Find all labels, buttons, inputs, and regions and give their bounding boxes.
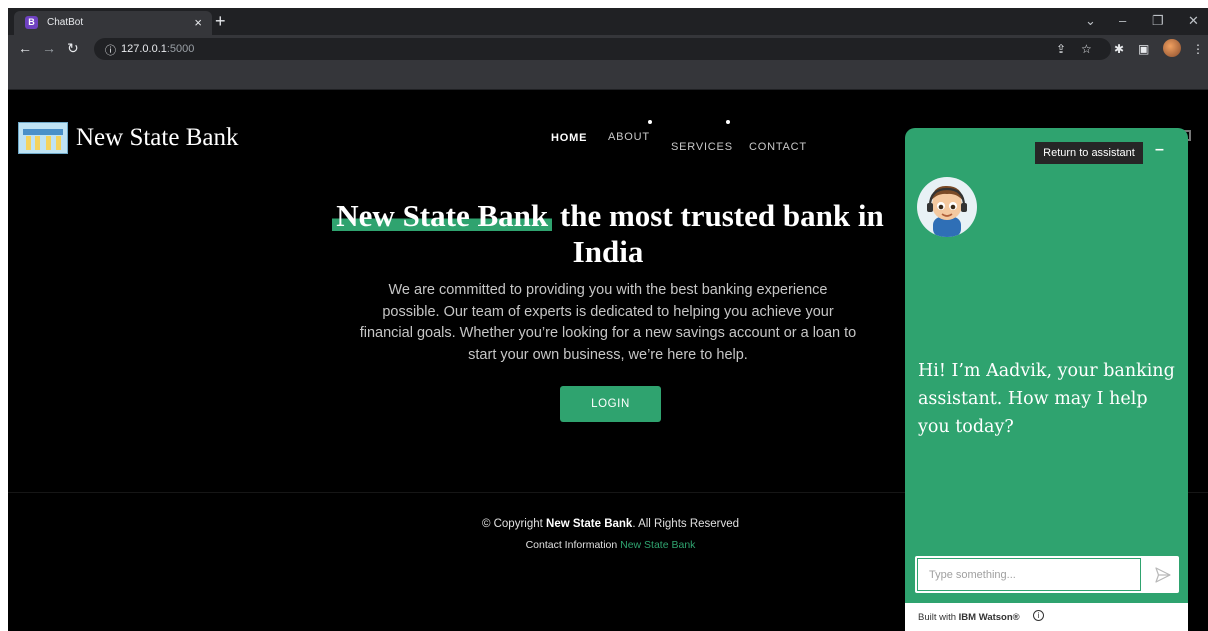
bot-avatar bbox=[917, 177, 977, 237]
return-to-assistant-button[interactable]: Return to assistant bbox=[1035, 142, 1143, 164]
tab-chatbot[interactable]: B ChatBot × bbox=[14, 11, 212, 35]
chat-input-row bbox=[915, 556, 1179, 593]
hero-title: New State Bank the most trusted bank in … bbox=[308, 198, 908, 270]
nav-indicator-dot bbox=[648, 120, 652, 124]
footer-contact: Contact Information New State Bank bbox=[388, 539, 833, 551]
info-icon[interactable]: i bbox=[1033, 610, 1044, 621]
bookmarks-bar bbox=[8, 63, 1208, 90]
share-icon[interactable]: ⇪ bbox=[1056, 42, 1066, 56]
browser-chrome: B ChatBot × + ⌄ – ❐ ✕ ← → ↻ ⓘ 127.0.0.1:… bbox=[8, 8, 1208, 90]
back-icon[interactable]: ← bbox=[18, 40, 32, 56]
copyright-brand: New State Bank bbox=[546, 518, 633, 530]
hero-title-highlight: New State Bank bbox=[332, 198, 553, 233]
close-window-icon[interactable]: ✕ bbox=[1188, 13, 1199, 29]
tab-title: ChatBot bbox=[47, 17, 84, 28]
restore-window-icon[interactable]: ❐ bbox=[1152, 13, 1164, 29]
contact-prefix: Contact Information bbox=[525, 539, 621, 551]
contact-link[interactable]: New State Bank bbox=[620, 539, 695, 551]
new-tab-button[interactable]: + bbox=[215, 11, 226, 31]
reload-icon[interactable]: ↻ bbox=[67, 40, 79, 57]
built-with-bar: Built with IBM Watson® i bbox=[905, 603, 1188, 631]
built-with-text: Built with IBM Watson® bbox=[918, 612, 1020, 623]
copyright-suffix: . All Rights Reserved bbox=[632, 518, 740, 530]
login-button[interactable]: LOGIN bbox=[560, 386, 661, 422]
brand-name: New State Bank bbox=[76, 124, 239, 151]
nav-home[interactable]: HOME bbox=[551, 132, 587, 144]
sidepanel-icon[interactable]: ▣ bbox=[1138, 42, 1149, 56]
profile-avatar[interactable] bbox=[1163, 39, 1181, 57]
extensions-icon[interactable]: ✱ bbox=[1114, 42, 1124, 56]
hero-description: We are committed to providing you with t… bbox=[359, 282, 857, 363]
send-icon[interactable] bbox=[1154, 566, 1172, 584]
nav-contact[interactable]: CONTACT bbox=[749, 141, 807, 153]
minimize-window-icon[interactable]: – bbox=[1119, 13, 1126, 28]
brand[interactable]: New State Bank bbox=[18, 122, 238, 154]
chatbot-widget: Return to assistant – Hi! I’m Aadvik, yo… bbox=[905, 128, 1188, 631]
forward-icon[interactable]: → bbox=[42, 40, 56, 56]
bot-message: Hi! I’m Aadvik, your banking assistant. … bbox=[918, 361, 1175, 437]
star-icon[interactable]: ☆ bbox=[1081, 42, 1092, 56]
footer-copyright: © Copyright New State Bank. All Rights R… bbox=[388, 518, 833, 530]
url-host: 127.0.0.1 bbox=[121, 43, 167, 55]
tab-close-icon[interactable]: × bbox=[194, 15, 202, 30]
site-info-icon[interactable]: ⓘ bbox=[105, 42, 116, 58]
chat-input[interactable] bbox=[917, 558, 1141, 591]
nav-indicator-dot bbox=[726, 120, 730, 124]
url-text: 127.0.0.1:5000 bbox=[121, 43, 194, 55]
tab-strip: B ChatBot × + ⌄ – ❐ ✕ bbox=[8, 8, 1208, 35]
nav-services[interactable]: SERVICES bbox=[671, 141, 733, 153]
favicon-icon: B bbox=[25, 16, 38, 29]
browser-toolbar: ← → ↻ ⓘ 127.0.0.1:5000 ⇪ ☆ ✱ ▣ ⋮ bbox=[8, 35, 1208, 63]
menu-icon[interactable]: ⋮ bbox=[1192, 42, 1204, 56]
address-bar[interactable]: ⓘ 127.0.0.1:5000 bbox=[94, 38, 1111, 60]
url-port: :5000 bbox=[166, 43, 195, 55]
built-brand: IBM Watson® bbox=[958, 612, 1020, 623]
nav-about[interactable]: ABOUT bbox=[608, 131, 650, 143]
copyright-prefix: © Copyright bbox=[481, 518, 547, 530]
built-prefix: Built with bbox=[918, 612, 959, 623]
tab-search-icon[interactable]: ⌄ bbox=[1085, 13, 1096, 29]
minimize-chat-icon[interactable]: – bbox=[1155, 141, 1164, 159]
bank-logo-icon bbox=[18, 122, 68, 154]
hero-title-rest: the most trusted bank in India bbox=[552, 198, 884, 269]
